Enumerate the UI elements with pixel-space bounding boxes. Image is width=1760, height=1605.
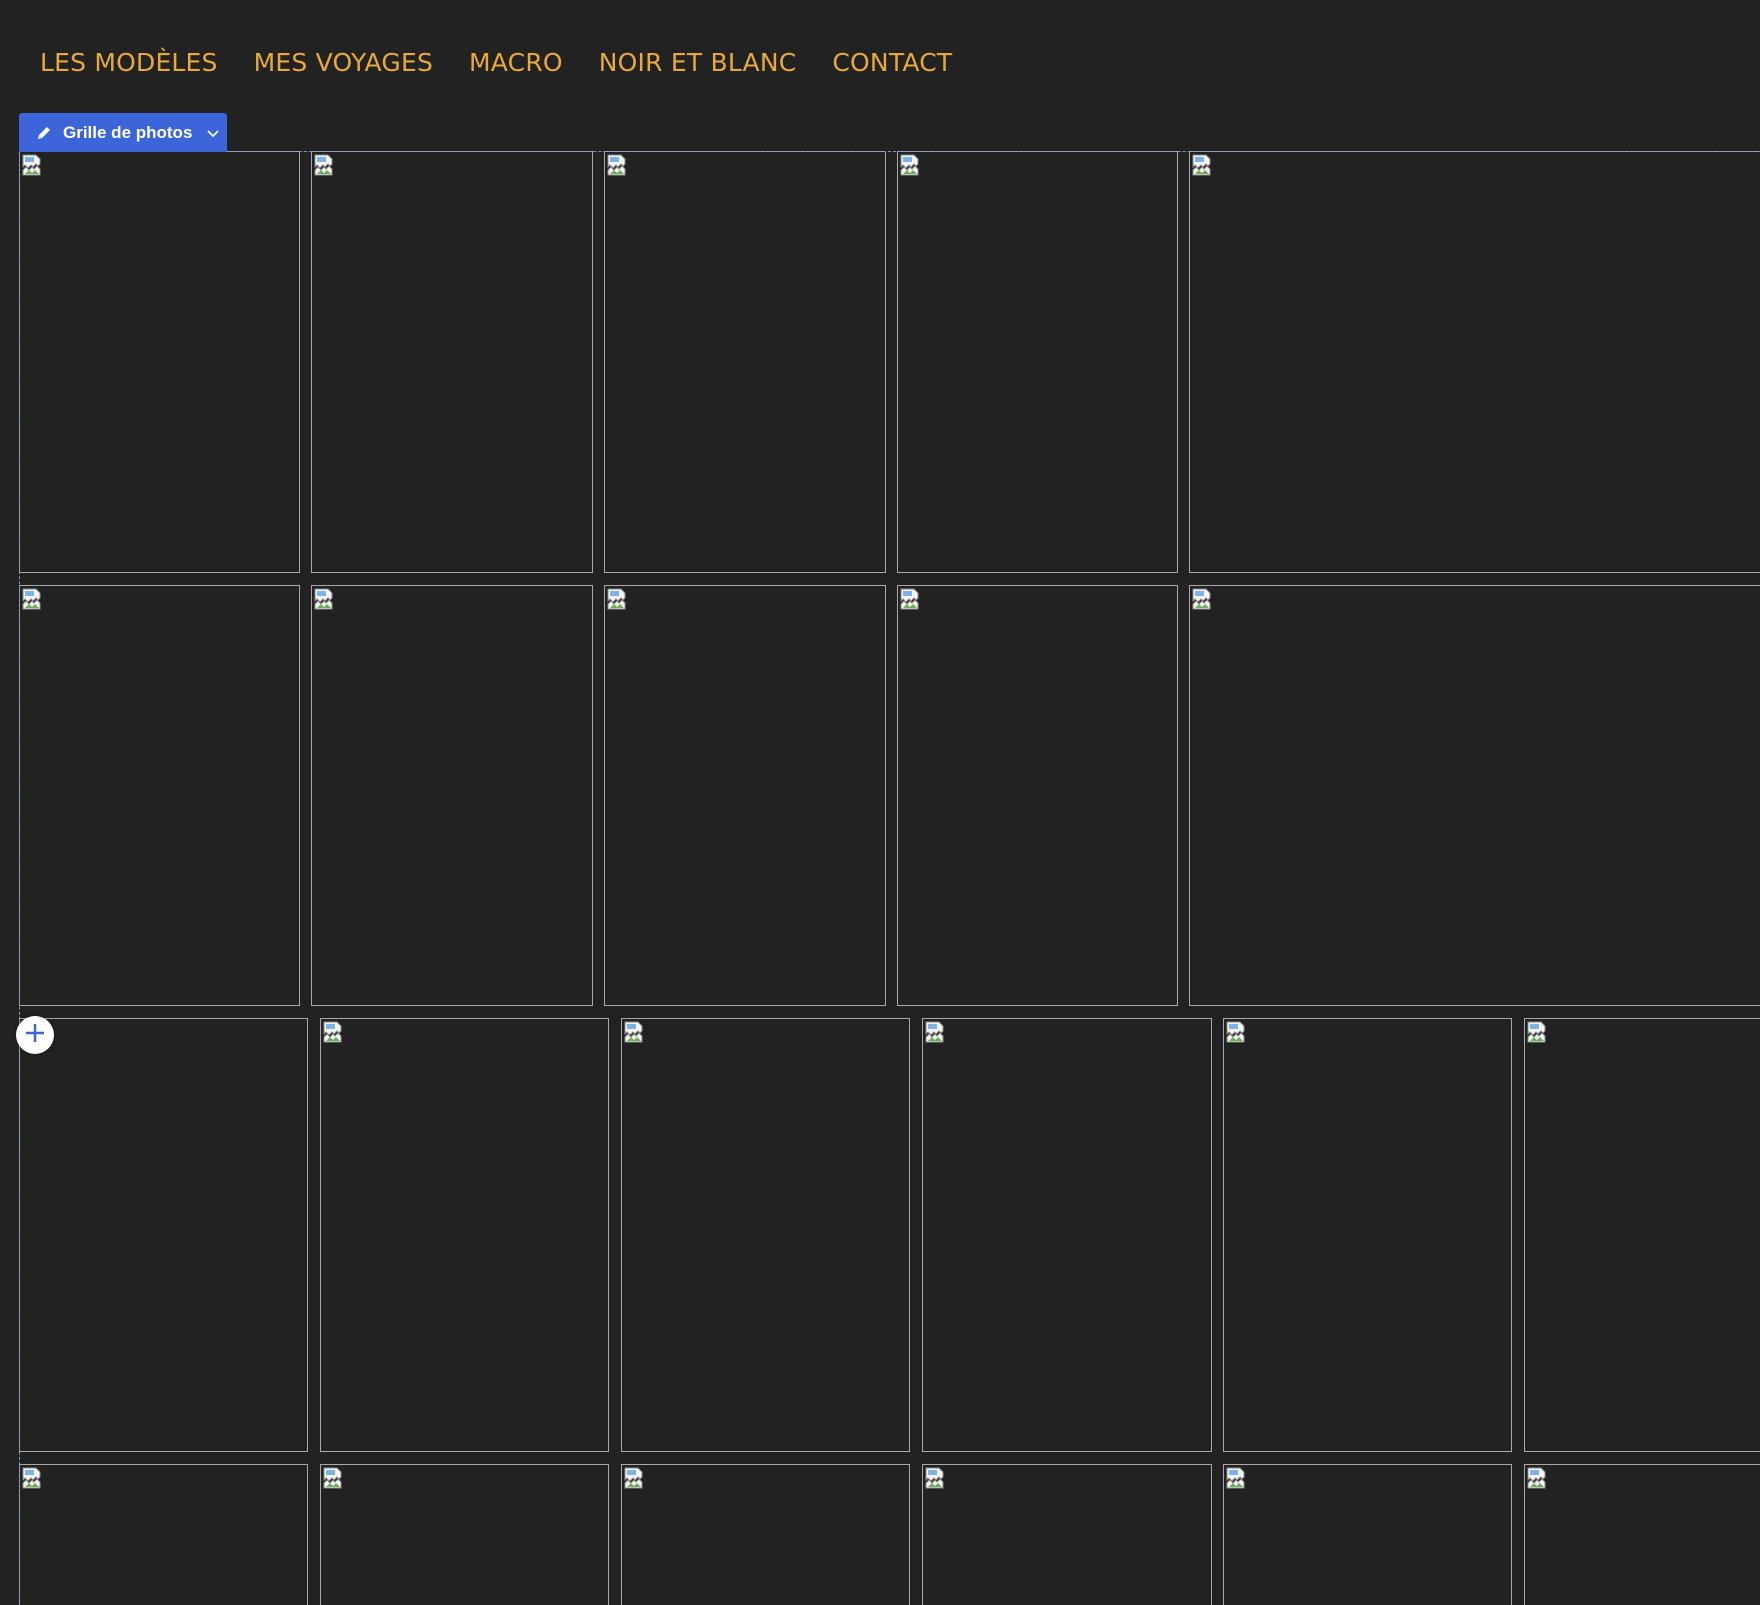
photo-tile[interactable] bbox=[1189, 151, 1760, 573]
broken-image-icon bbox=[21, 1466, 45, 1490]
photo-tile[interactable] bbox=[19, 1018, 308, 1452]
photo-tile[interactable] bbox=[621, 1018, 910, 1452]
photo-tile[interactable] bbox=[320, 1464, 609, 1605]
pencil-icon[interactable] bbox=[35, 124, 53, 142]
photo-tile[interactable] bbox=[19, 1464, 308, 1605]
broken-image-icon bbox=[21, 153, 45, 177]
plus-icon bbox=[24, 1022, 46, 1048]
broken-image-icon bbox=[899, 153, 923, 177]
photo-tile[interactable] bbox=[897, 585, 1178, 1006]
page: LES MODÈLES MES VOYAGES MACRO NOIR ET BL… bbox=[0, 0, 1760, 1605]
broken-image-icon bbox=[924, 1466, 948, 1490]
photo-tile[interactable] bbox=[1223, 1018, 1512, 1452]
photo-tile[interactable] bbox=[311, 151, 593, 573]
broken-image-icon bbox=[322, 1020, 346, 1044]
broken-image-icon bbox=[322, 1466, 346, 1490]
add-block-button[interactable] bbox=[16, 1016, 54, 1054]
block-type-label: Grille de photos bbox=[63, 122, 193, 142]
photo-tile[interactable] bbox=[922, 1464, 1212, 1605]
photo-tile[interactable] bbox=[1524, 1018, 1760, 1452]
photo-tile[interactable] bbox=[897, 151, 1178, 573]
photo-tile[interactable] bbox=[19, 585, 300, 1006]
photo-tile[interactable] bbox=[604, 151, 886, 573]
broken-image-icon bbox=[623, 1466, 647, 1490]
photo-grid bbox=[0, 0, 1760, 1605]
photo-tile[interactable] bbox=[1524, 1464, 1760, 1605]
chevron-down-icon[interactable] bbox=[206, 126, 220, 140]
photo-tile[interactable] bbox=[311, 585, 593, 1006]
broken-image-icon bbox=[1225, 1466, 1249, 1490]
photo-tile[interactable] bbox=[320, 1018, 609, 1452]
broken-image-icon bbox=[606, 587, 630, 611]
broken-image-icon bbox=[21, 587, 45, 611]
broken-image-icon bbox=[1191, 153, 1215, 177]
photo-tile[interactable] bbox=[19, 151, 300, 573]
broken-image-icon bbox=[924, 1020, 948, 1044]
broken-image-icon bbox=[1225, 1020, 1249, 1044]
broken-image-icon bbox=[606, 153, 630, 177]
broken-image-icon bbox=[1526, 1466, 1550, 1490]
broken-image-icon bbox=[1191, 587, 1215, 611]
broken-image-icon bbox=[313, 153, 337, 177]
photo-tile[interactable] bbox=[621, 1464, 910, 1605]
photo-grid-block-toolbar[interactable]: Grille de photos bbox=[19, 113, 227, 152]
photo-tile[interactable] bbox=[604, 585, 886, 1006]
photo-tile[interactable] bbox=[922, 1018, 1212, 1452]
broken-image-icon bbox=[1526, 1020, 1550, 1044]
broken-image-icon bbox=[623, 1020, 647, 1044]
photo-tile[interactable] bbox=[1189, 585, 1760, 1006]
photo-tile[interactable] bbox=[1223, 1464, 1512, 1605]
broken-image-icon bbox=[899, 587, 923, 611]
broken-image-icon bbox=[313, 587, 337, 611]
